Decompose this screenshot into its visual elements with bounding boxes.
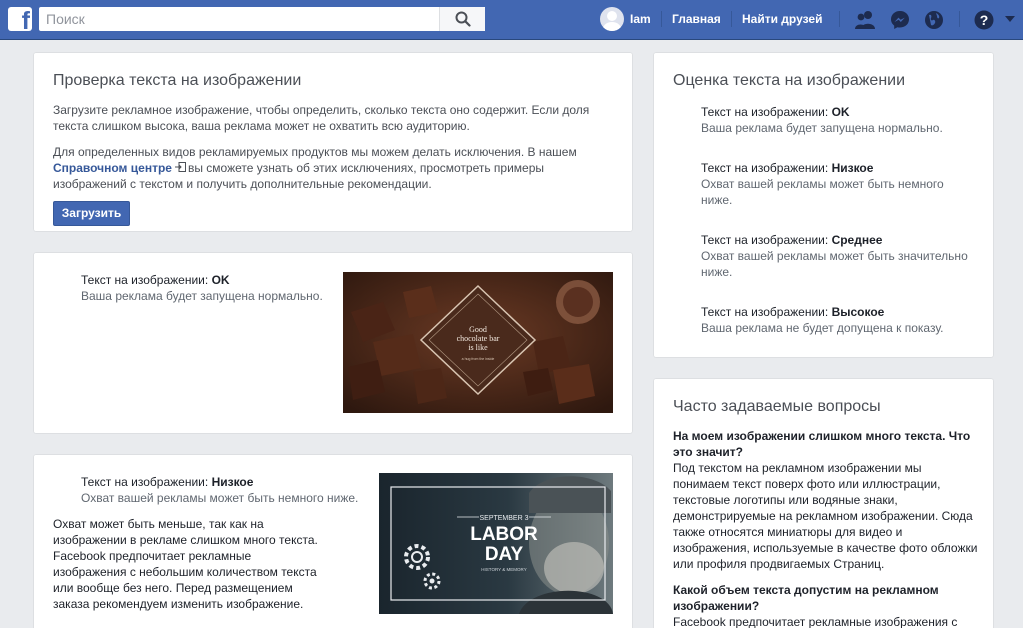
chocolate-image-title-1: Good (469, 325, 487, 334)
chocolate-example-image: Good chocolate bar is like a hug from th… (343, 272, 613, 413)
search-input[interactable] (39, 7, 439, 31)
globe-icon[interactable] (923, 9, 945, 31)
example-ok-label: Текст на изображении: OK (81, 273, 230, 287)
rating-high-label: Текст на изображении: Высокое (701, 305, 885, 319)
rating-low-desc: Охват вашей рекламы может быть немного н… (701, 177, 944, 207)
faq-question-2: Какой объем текста допустим на рекламном… (673, 583, 939, 613)
home-link[interactable]: Главная (672, 12, 721, 26)
labor-image-title-1: LABOR (470, 524, 538, 545)
search-box (39, 7, 485, 31)
nav-divider (839, 11, 840, 27)
nav-divider (959, 11, 960, 27)
search-icon (455, 11, 471, 27)
upload-button[interactable]: Загрузить (53, 201, 130, 226)
rating-low-label: Текст на изображении: Низкое (701, 161, 874, 175)
chocolate-image-caption: a hug from the inside (462, 357, 495, 361)
rating-medium-desc: Охват вашей рекламы может быть значитель… (701, 249, 968, 279)
profile-name-link[interactable]: Iam (630, 12, 651, 26)
check-card-title: Проверка текста на изображении (53, 72, 302, 89)
example-low-label: Текст на изображении: Низкое (81, 475, 254, 489)
svg-text:?: ? (980, 12, 989, 28)
example-low-desc: Охват вашей рекламы может быть немного н… (81, 491, 359, 505)
faq-answer-2: Facebook предпочитает рекламные изображе… (673, 615, 958, 628)
labor-image-date: SEPTEMBER 3 (479, 515, 528, 522)
faq-question-1: На моем изображении слишком много текста… (673, 429, 971, 459)
external-link-icon (174, 162, 186, 172)
nav-divider (661, 11, 662, 27)
messenger-icon[interactable] (889, 9, 911, 31)
chocolate-image-title-3: is like (468, 343, 488, 352)
rating-high-desc: Ваша реклама не будет допущена к показу. (701, 321, 944, 335)
faq-answer-1: Под текстом на рекламном изображении мы … (673, 461, 978, 571)
labor-image-title-2: DAY (485, 544, 524, 565)
find-friends-link[interactable]: Найти друзей (742, 12, 822, 26)
example-low-body: Охват может быть меньше, так как на изоб… (53, 517, 318, 611)
top-navigation-bar: f Iam Главная Найти друзей ? (0, 0, 1023, 40)
help-icon[interactable]: ? (973, 9, 995, 31)
help-center-link[interactable]: Справочном центре (53, 161, 172, 175)
search-button[interactable] (439, 7, 485, 31)
example-ok-desc: Ваша реклама будет запущена нормально. (81, 289, 323, 303)
rating-card-title: Оценка текста на изображении (673, 72, 906, 89)
labor-day-example-image: SEPTEMBER 3 LABOR DAY HISTORY & MEMORY (379, 473, 613, 614)
faq-card-title: Часто задаваемые вопросы (673, 398, 881, 415)
nav-divider (731, 11, 732, 27)
dropdown-arrow-icon[interactable] (1005, 16, 1015, 24)
chocolate-image-title-2: chocolate bar (457, 334, 500, 343)
rating-medium-label: Текст на изображении: Среднее (701, 233, 883, 247)
check-intro-text: Загрузите рекламное изображение, чтобы о… (53, 103, 590, 133)
rating-ok-desc: Ваша реклама будет запущена нормально. (701, 121, 943, 135)
facebook-logo-icon[interactable]: f (8, 7, 32, 31)
check-exceptions-text: Для определенных видов рекламируемых про… (53, 145, 577, 191)
rating-ok-label: Текст на изображении: OK (701, 105, 850, 119)
labor-image-subtitle: HISTORY & MEMORY (481, 567, 526, 572)
friends-icon[interactable] (854, 9, 876, 31)
avatar (600, 7, 624, 31)
